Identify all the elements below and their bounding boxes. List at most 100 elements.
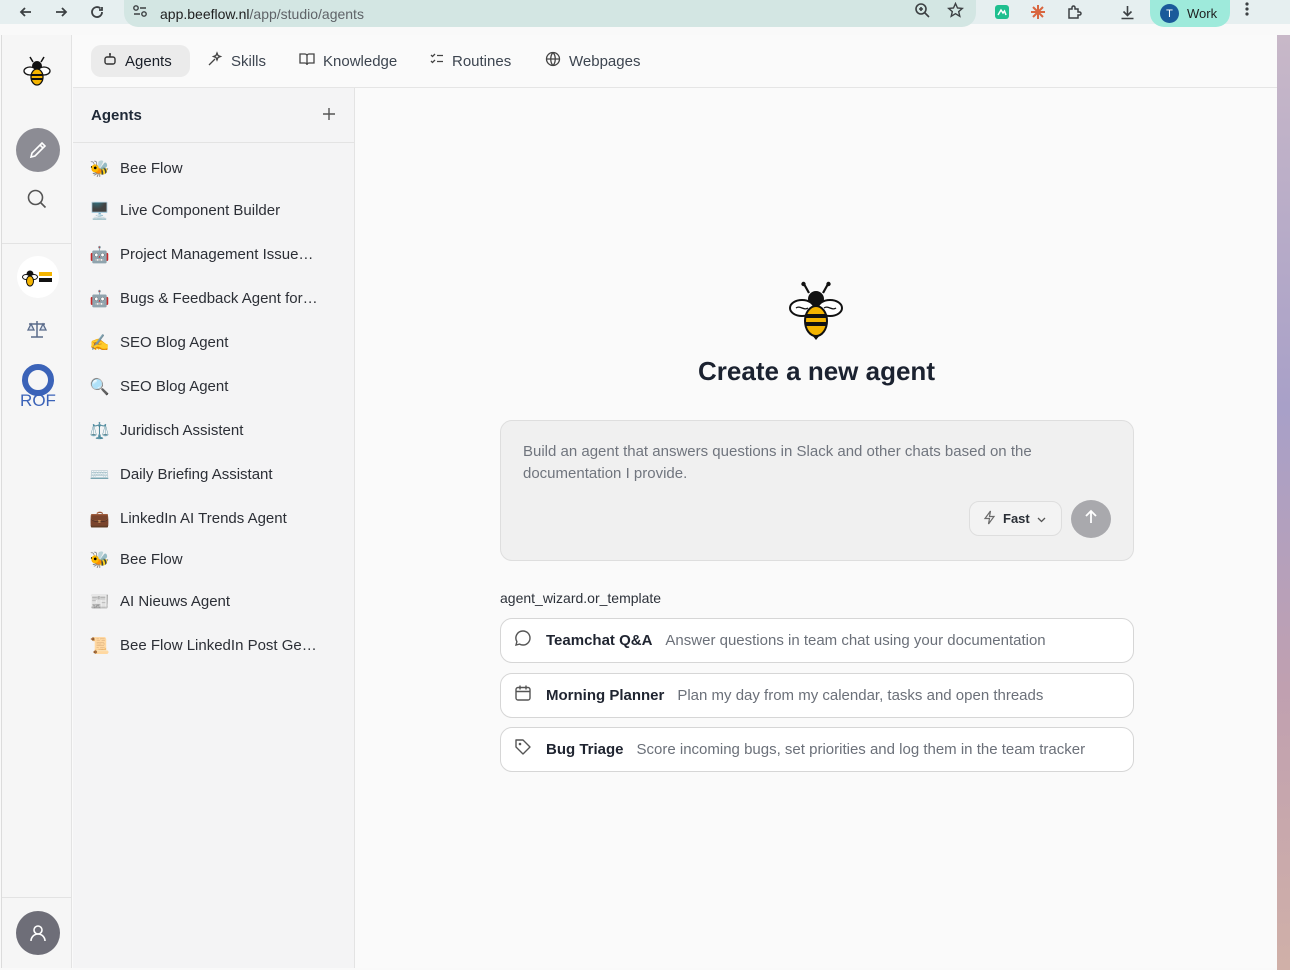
agent-emoji: 🐝	[89, 158, 110, 178]
template-name: Teamchat Q&A	[546, 632, 653, 649]
rof-workspace-icon[interactable]: ROF	[15, 363, 61, 414]
site-settings-icon[interactable]	[132, 4, 148, 23]
agent-item-linkedin-post-generator[interactable]: 📜 Bee Flow LinkedIn Post Ge…	[89, 633, 339, 657]
scale-icon[interactable]	[26, 318, 48, 345]
book-icon	[299, 52, 315, 70]
agent-label: Bee Flow LinkedIn Post Ge…	[120, 636, 317, 654]
rail-divider-bottom	[2, 897, 72, 898]
template-desc: Plan my day from my calendar, tasks and …	[677, 687, 1044, 704]
left-rail: ROF	[2, 35, 72, 968]
template-section-label: agent_wizard.or_template	[500, 590, 662, 606]
app-window: ROF Agents Skills Knowledge Routines Web…	[1, 35, 1278, 968]
agent-item-project-management[interactable]: 🤖 Project Management Issue…	[89, 242, 339, 266]
profile-label: Work	[1187, 6, 1218, 21]
agent-label: SEO Blog Agent	[120, 377, 229, 395]
template-desc: Answer questions in team chat using your…	[665, 632, 1046, 649]
lightning-icon	[983, 510, 996, 528]
back-icon[interactable]	[8, 0, 44, 24]
svg-text:ROF: ROF	[20, 391, 56, 409]
agent-label: SEO Blog Agent	[120, 333, 229, 351]
agent-emoji: 📰	[89, 591, 110, 611]
tab-label: Webpages	[569, 52, 641, 70]
extension-spark-icon[interactable]	[1027, 2, 1049, 22]
tab-skills[interactable]: Skills	[195, 45, 278, 77]
agent-label: Daily Briefing Assistant	[120, 465, 273, 483]
agent-emoji: ⚖️	[89, 420, 110, 440]
agent-emoji: ✍️	[89, 332, 110, 352]
tab-label: Routines	[452, 52, 512, 70]
agent-item-bee-flow-2[interactable]: 🐝 Bee Flow	[89, 547, 339, 571]
agent-item-ai-nieuws[interactable]: 📰 AI Nieuws Agent	[89, 589, 339, 613]
agent-emoji: ⌨️	[89, 464, 110, 484]
tab-webpages[interactable]: Webpages	[533, 45, 652, 77]
agent-item-bee-flow[interactable]: 🐝 Bee Flow	[89, 156, 339, 180]
zoom-icon[interactable]	[914, 2, 931, 23]
rail-divider	[2, 243, 72, 244]
beeflow-logo-icon[interactable]	[22, 55, 52, 94]
extensions-puzzle-icon[interactable]	[1063, 2, 1085, 22]
search-icon[interactable]	[26, 188, 48, 215]
agent-label: Bee Flow	[120, 159, 183, 177]
template-morning-planner[interactable]: Morning Planner Plan my day from my cale…	[500, 673, 1134, 718]
agent-item-juridisch-assistent[interactable]: ⚖️ Juridisch Assistent	[89, 418, 339, 442]
agent-emoji: 📜	[89, 635, 110, 655]
tag-icon	[514, 738, 532, 761]
agent-emoji: 🤖	[89, 244, 110, 264]
bookmark-star-icon[interactable]	[947, 1, 964, 23]
agent-item-bugs-feedback[interactable]: 🤖 Bugs & Feedback Agent for…	[89, 286, 339, 310]
agent-emoji: 🤖	[89, 288, 110, 308]
template-teamchat-qa[interactable]: Teamchat Q&A Answer questions in team ch…	[500, 618, 1134, 663]
browser-menu-icon[interactable]	[1244, 1, 1250, 22]
sparkle-icon	[207, 51, 223, 71]
template-bug-triage[interactable]: Bug Triage Score incoming bugs, set prio…	[500, 727, 1134, 772]
beeflow-workspace-icon[interactable]	[17, 256, 59, 298]
agent-emoji: 💼	[89, 508, 110, 528]
extension-green-icon[interactable]	[991, 2, 1013, 22]
tab-label: Skills	[231, 52, 267, 70]
globe-icon	[545, 51, 561, 71]
agent-prompt-box[interactable]: Build an agent that answers questions in…	[500, 420, 1134, 561]
agent-item-linkedin-ai-trends[interactable]: 💼 LinkedIn AI Trends Agent	[89, 506, 339, 530]
send-button[interactable]	[1071, 500, 1111, 538]
add-agent-plus-icon[interactable]	[322, 105, 336, 125]
download-icon[interactable]	[1116, 2, 1138, 22]
studio-tabs: Agents Skills Knowledge Routines Webpage…	[73, 35, 1278, 88]
speed-select[interactable]: Fast	[969, 501, 1062, 536]
chevron-down-icon	[1037, 511, 1046, 526]
agent-item-seo-blog-2[interactable]: 🔍 SEO Blog Agent	[89, 374, 339, 398]
profile-chip[interactable]: T Work	[1150, 0, 1230, 27]
agent-item-daily-briefing[interactable]: ⌨️ Daily Briefing Assistant	[89, 462, 339, 486]
reload-icon[interactable]	[79, 0, 115, 24]
agent-label: LinkedIn AI Trends Agent	[120, 509, 287, 527]
agent-item-seo-blog-1[interactable]: ✍️ SEO Blog Agent	[89, 330, 339, 354]
desktop-wallpaper-edge	[1277, 35, 1290, 970]
new-chat-pencil-icon[interactable]	[16, 128, 60, 172]
agent-emoji: 🐝	[89, 549, 110, 569]
agents-sidebar-title: Agents	[91, 106, 142, 124]
url-text: app.beeflow.nl/app/studio/agents	[160, 5, 364, 22]
user-account-icon[interactable]	[16, 911, 60, 955]
create-agent-main: Create a new agent Build an agent that a…	[355, 88, 1278, 968]
page-title: Create a new agent	[698, 356, 935, 386]
template-desc: Score incoming bugs, set priorities and …	[636, 741, 1086, 758]
address-bar[interactable]: app.beeflow.nl/app/studio/agents	[124, 0, 976, 27]
agent-item-live-component-builder[interactable]: 🖥️ Live Component Builder	[89, 198, 339, 222]
agents-sidebar-header: Agents	[73, 88, 354, 143]
agent-prompt-placeholder[interactable]: Build an agent that answers questions in…	[523, 441, 1083, 485]
agent-label: Bee Flow	[120, 550, 183, 568]
tab-agents[interactable]: Agents	[91, 45, 190, 77]
tab-label: Knowledge	[323, 52, 398, 70]
agent-label: AI Nieuws Agent	[120, 592, 231, 610]
agents-sidebar: Agents 🐝 Bee Flow 🖥️ Live Component Builde…	[73, 88, 355, 968]
calendar-icon	[514, 684, 532, 707]
speed-label: Fast	[1003, 511, 1030, 526]
forward-icon[interactable]	[43, 0, 79, 24]
tab-label: Agents	[125, 52, 172, 70]
agent-emoji: 🖥️	[89, 200, 110, 220]
tab-routines[interactable]: Routines	[418, 45, 523, 77]
tab-knowledge[interactable]: Knowledge	[287, 45, 409, 77]
template-name: Bug Triage	[546, 741, 624, 758]
bee-mascot-icon	[787, 281, 845, 346]
checklist-icon	[430, 52, 444, 70]
profile-avatar: T	[1160, 4, 1179, 23]
